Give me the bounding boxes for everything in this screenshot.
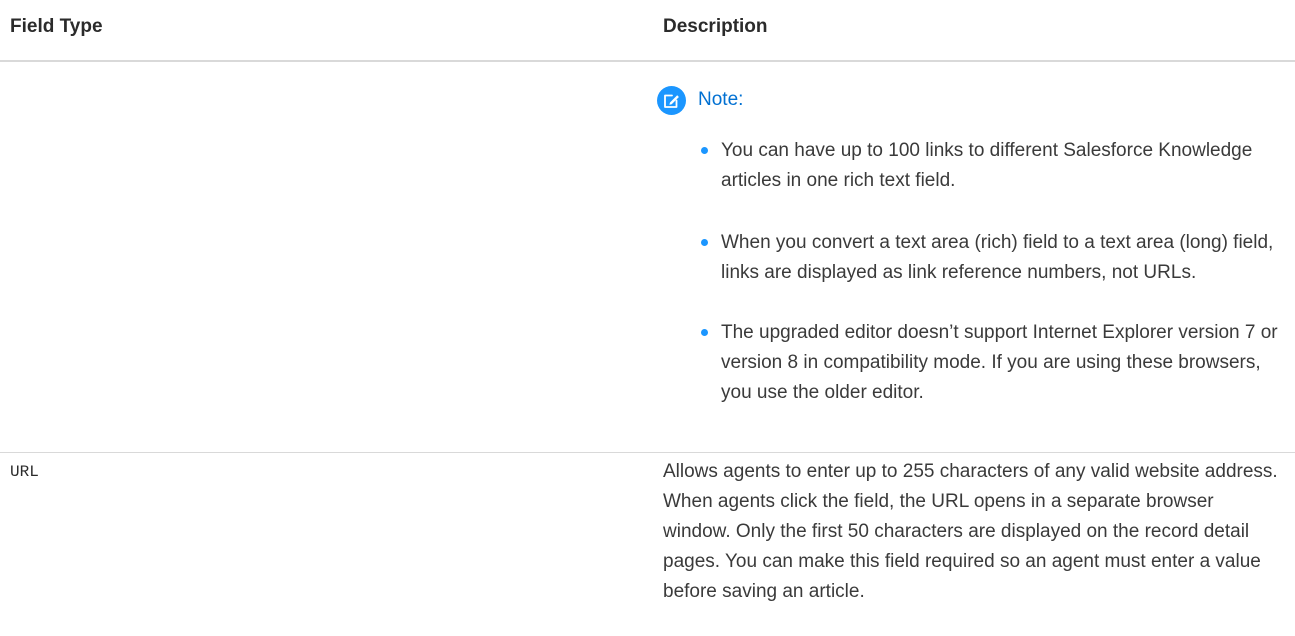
bullet-dot-icon xyxy=(701,239,708,246)
column-header-field-type: Field Type xyxy=(10,16,103,37)
table-row: URL Allows agents to enter up to 255 cha… xyxy=(0,453,1295,636)
table-row: Note: You can have up to 100 links to di… xyxy=(0,62,1295,453)
note-title: Note: xyxy=(698,89,744,110)
edit-note-icon xyxy=(657,86,686,115)
list-item-text: You can have up to 100 links to differen… xyxy=(721,140,1253,191)
description-cell: Allows agents to enter up to 255 charact… xyxy=(663,461,1278,602)
list-item-text: When you convert a text area (rich) fiel… xyxy=(721,232,1274,283)
bullet-dot-icon xyxy=(701,329,708,336)
table-header-row: Field Type Description xyxy=(0,0,1295,62)
column-header-description: Description xyxy=(663,16,768,37)
bullet-dot-icon xyxy=(701,147,708,154)
list-item-text: The upgraded editor doesn’t support Inte… xyxy=(721,322,1278,403)
field-type-cell: URL xyxy=(10,463,39,481)
